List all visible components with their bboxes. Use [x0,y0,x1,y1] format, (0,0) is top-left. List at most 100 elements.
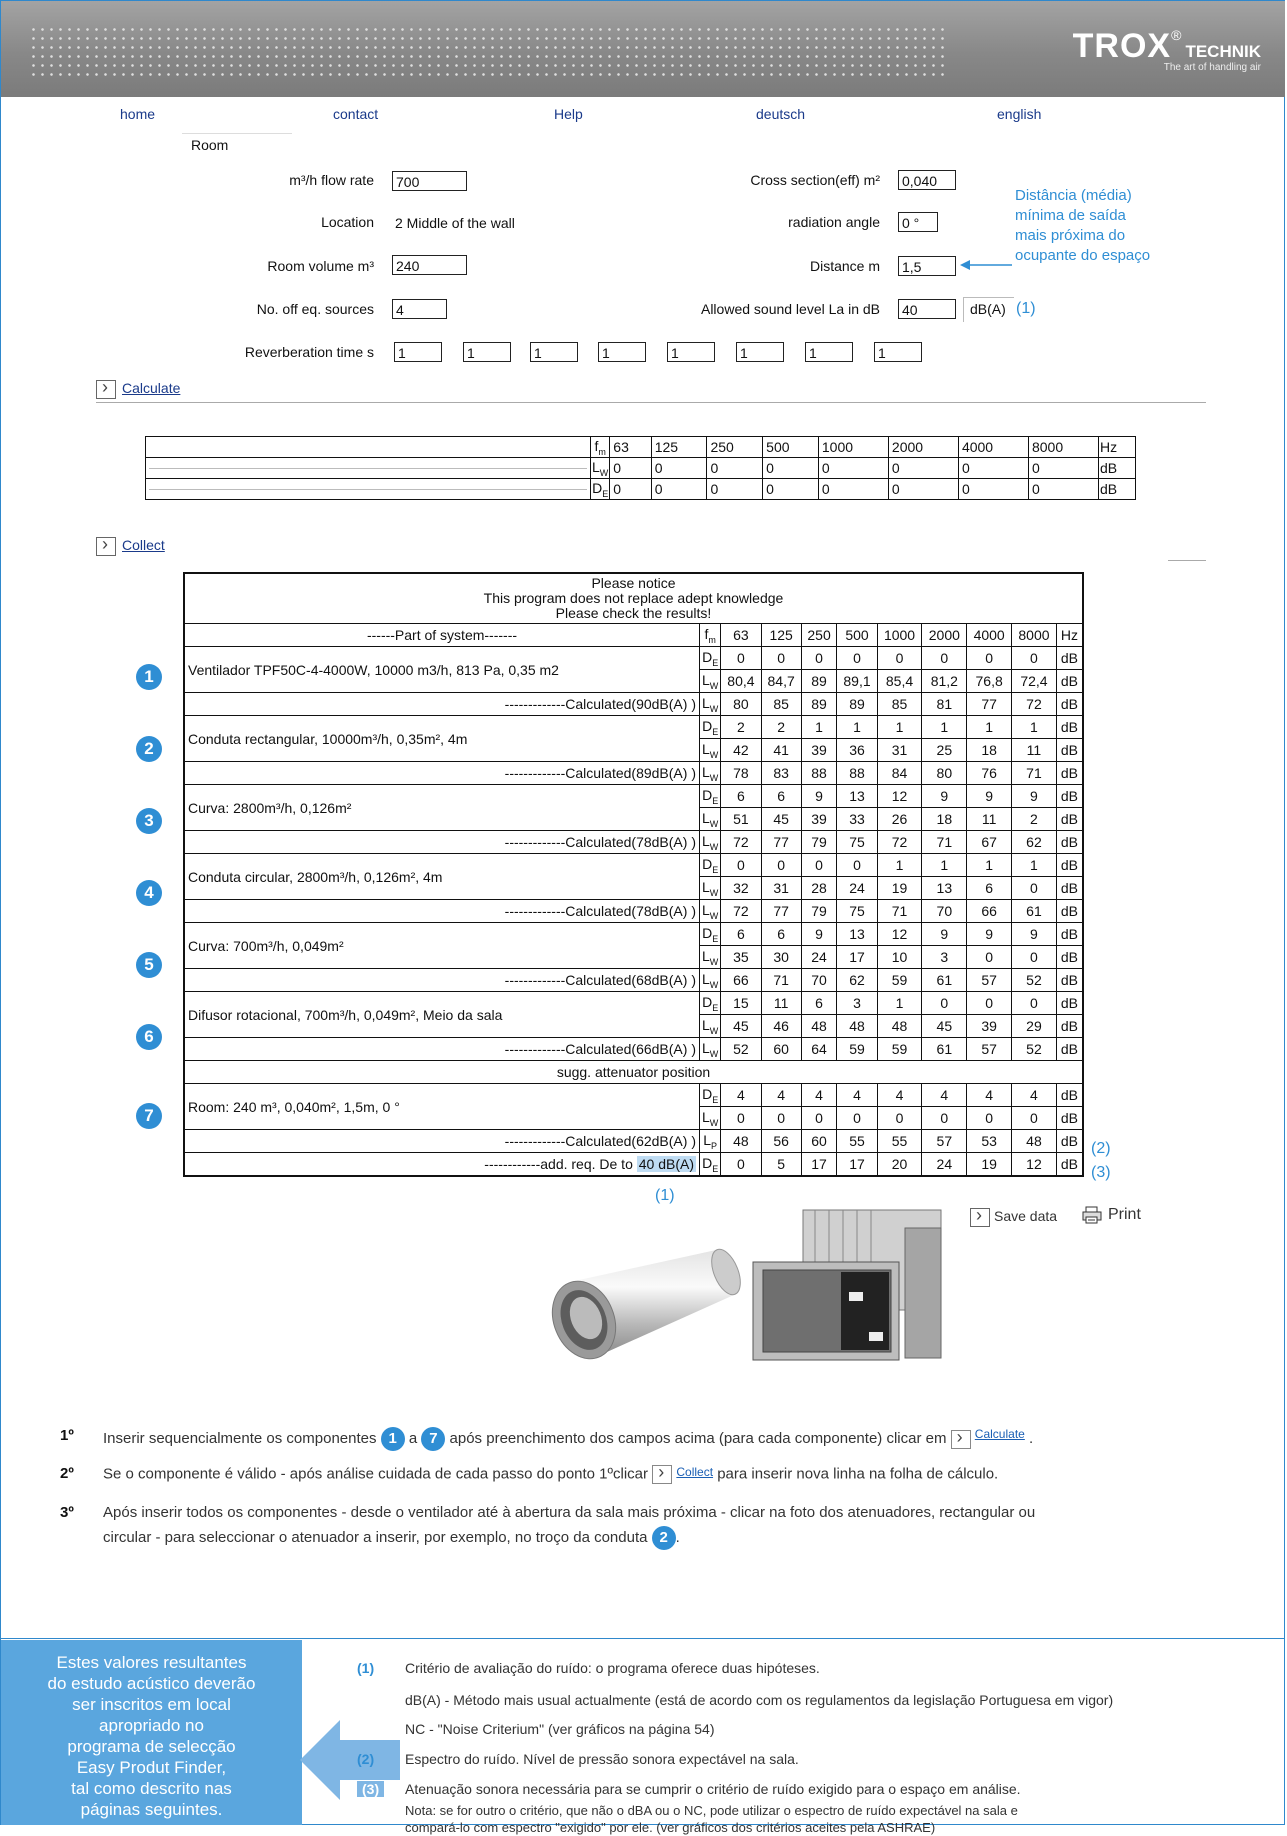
component-name: Difusor rotacional, 700m³/h, 0,049m², Me… [183,991,700,1038]
save-data-button[interactable]: › Save data [970,1205,1057,1227]
component-de-row: Ventilador TPF50C-4-4000W, 10000 m3/h, 8… [183,646,1084,693]
print-button[interactable]: Print [1082,1206,1141,1224]
frequency-table: fm 63 125 250 500 1000 2000 4000 8000 Hz LW 0… [145,436,1136,500]
allowed-unit: dB(A) [970,301,1006,317]
circular-attenuator-image[interactable] [540,1244,746,1362]
add-req-highlight: 40 dB(A) [636,1156,696,1172]
allowed-level-label: Allowed sound level La in dB [700,301,880,317]
component-name: Conduta rectangular, 10000m³/h, 0,35m², … [183,715,700,762]
note-nc: NC - "Noise Criterium" (ver gráficos na … [405,1721,715,1737]
distance-input[interactable]: 1,5 [898,256,956,276]
radiation-angle-input[interactable]: 0 ° [898,212,938,232]
cross-section-input[interactable]: 0,040 [898,170,956,190]
component-calc-row: -------------Calculated(68dB(A) ) LW 66 71 7… [183,968,1084,992]
component-badge-5: 5 [136,952,162,978]
reverb-input-250[interactable]: 1 [530,342,578,362]
chevron-right-icon [96,377,116,399]
component-name: Curva: 700m³/h, 0,049m² [183,922,700,969]
component-badge-7: 7 [136,1103,162,1129]
nav-home[interactable]: home [120,106,155,122]
dot-pattern [29,25,949,79]
collect-action[interactable]: Collect [96,534,165,556]
component-name: Curva: 2800m³/h, 0,126m² [183,784,700,831]
reverb-input-125[interactable]: 1 [463,342,511,362]
component-badge-2: 2 [136,736,162,762]
distance-label: Distance m [809,258,880,274]
ref-1-marker: (1) [1016,300,1036,317]
reverb-input-63[interactable]: 1 [394,342,442,362]
trox-logo: TROX®TECHNIK The art of handling air [1072,27,1261,73]
chevron-right-icon: › [970,1205,990,1227]
component-de-row: Curva: 2800m³/h, 0,126m² DE 6 6 9 13 12 9 9 9 dB [183,784,1084,831]
collect-link[interactable]: Collect [122,537,165,553]
reverb-input-1000[interactable]: 1 [667,342,715,362]
allowed-level-input[interactable]: 40 [898,299,956,319]
flow-rate-input[interactable]: 700 [392,171,467,191]
radiation-angle-label: radiation angle [788,214,880,230]
note-1: (1) Critério de avaliação do ruído: o pro… [357,1660,820,1676]
component-calc-row: -------------Calculated(66dB(A) ) LW 52 60 6… [183,1037,1084,1061]
component-badge-6: 6 [136,1024,162,1050]
component-de-row: Conduta circular, 2800m³/h, 0,126m², 4m D… [183,853,1084,900]
room-label: Room [191,137,229,153]
calculate-action[interactable]: Calculate [96,377,180,399]
ref-3-marker: (3) [1091,1164,1111,1181]
calculate-link[interactable]: Calculate [122,380,180,396]
final-calc-row: -------------Calculated(62dB(A) ) LP 48 5… [183,1129,1084,1153]
component-badge-1: 1 [136,664,162,690]
reverb-input-8000[interactable]: 1 [874,342,922,362]
room-volume-input[interactable]: 240 [392,255,467,275]
note-dba: dB(A) - Método mais usual actualmente (e… [405,1692,1114,1708]
nav-english[interactable]: english [997,106,1041,122]
component-de-row: Difusor rotacional, 700m³/h, 0,049m², Me… [183,991,1084,1038]
component-calc-row: -------------Calculated(78dB(A) ) LW 72 77 7… [183,899,1084,923]
rectangular-attenuator-image[interactable] [745,1208,943,1364]
nav-deutsch[interactable]: deutsch [756,106,805,122]
freq-header-row: ------Part of system------- fm 63 125 250 … [183,623,1084,647]
location-select[interactable]: 2 Middle of the wall [392,213,552,233]
room-volume-label: Room volume m³ [267,258,374,274]
step-collect-link[interactable]: Collect [676,1465,713,1479]
location-label: Location [321,214,374,230]
reverb-input-500[interactable]: 1 [598,342,646,362]
nav-help[interactable]: Help [554,106,583,122]
chevron-right-icon: › [950,1427,971,1449]
room-component-name: Room: 240 m³, 0,040m², 1,5m, 0 ° [183,1083,700,1130]
component-de-row: Curva: 700m³/h, 0,049m² DE 6 6 9 13 12 9 9 9 dB [183,922,1084,969]
component-calc-row: -------------Calculated(89dB(A) ) LW 78 83 8… [183,761,1084,785]
note-3: (3) Atenuação sonora necessária para se c… [357,1781,1021,1797]
arrow-left-icon [960,260,1012,270]
note-other: Nota: se for outro o critério, que não o… [405,1803,1018,1835]
ref-1-below: (1) [655,1187,675,1204]
flow-rate-label: m³/h flow rate [289,172,374,188]
results-table: Please notice This program does not repl… [183,572,1084,1177]
component-name: Conduta circular, 2800m³/h, 0,126m², 4m [183,853,700,900]
distance-annotation: Distância (média) mínima de saída mais p… [1015,187,1151,264]
component-de-row: Conduta rectangular, 10000m³/h, 0,35m², … [183,715,1084,762]
nav-contact[interactable]: contact [333,106,378,122]
component-calc-row: -------------Calculated(78dB(A) ) LW 72 77 7… [183,830,1084,854]
note-2: (2) Espectro do ruído. Nível de pressão s… [357,1751,799,1767]
component-badge-inline-1: 1 [380,1427,405,1451]
component-badge-3: 3 [136,808,162,834]
instruction-box: Estes valores resultantes do estudo acúst… [1,1640,302,1825]
reverb-input-4000[interactable]: 1 [805,342,853,362]
reverb-label: Reverberation time s [244,344,374,360]
sources-input[interactable]: 4 [392,299,447,319]
component-badge-inline-2: 2 [651,1526,676,1551]
big-arrow-left-icon [300,1720,400,1800]
reverb-input-2000[interactable]: 1 [736,342,784,362]
ref-2-marker: (2) [1091,1140,1111,1157]
sugg-row: sugg. attenuator position [183,1060,1084,1084]
room-de-row: Room: 240 m³, 0,040m², 1,5m, 0 ° DE 444 … [183,1083,1084,1130]
sources-label: No. off eq. sources [256,301,374,317]
notice-cell: Please notice This program does not repl… [183,572,1084,624]
component-calc-row: -------------Calculated(90dB(A) ) LW 80 85 8… [183,692,1084,716]
component-badge-inline-7: 7 [421,1427,446,1451]
step-calculate-link[interactable]: Calculate [975,1427,1025,1441]
printer-icon [1082,1206,1102,1224]
add-req-row: ------------add. req. De to 40 dB(A) DE … [183,1152,1084,1177]
chevron-right-icon [96,534,116,556]
component-badge-4: 4 [136,880,162,906]
component-name: Ventilador TPF50C-4-4000W, 10000 m3/h, 8… [183,646,700,693]
